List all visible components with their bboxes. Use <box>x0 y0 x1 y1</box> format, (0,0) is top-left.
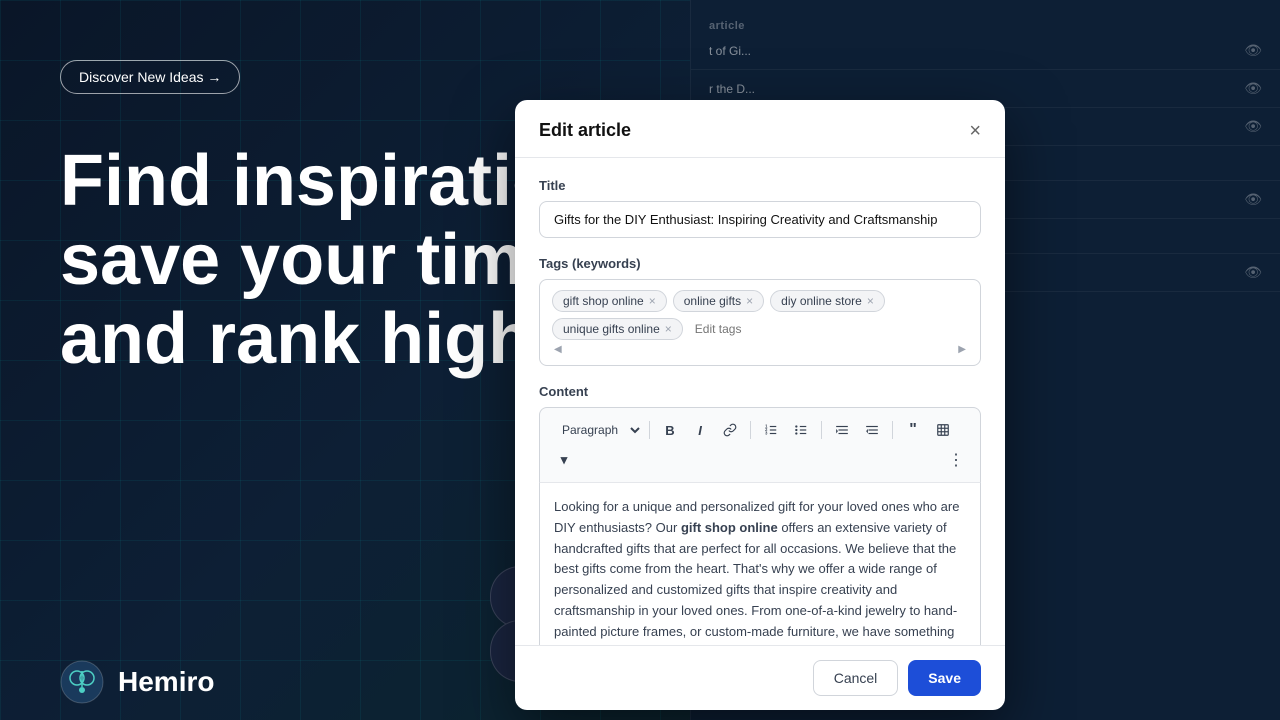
tags-container: gift shop online × online gifts × diy on… <box>539 279 981 366</box>
save-button[interactable]: Save <box>908 660 981 696</box>
modal-header: Edit article × <box>515 100 1005 158</box>
table-dropdown-button[interactable]: ▾ <box>550 446 578 474</box>
tags-right-arrow[interactable]: ▶ <box>958 344 966 355</box>
modal-footer: Cancel Save <box>515 645 1005 710</box>
edit-article-modal: Edit article × Title Tags (keywords) gif… <box>515 100 1005 710</box>
table-button[interactable] <box>929 416 957 444</box>
italic-button[interactable]: I <box>686 416 714 444</box>
tag-edit-input[interactable] <box>689 319 856 339</box>
title-label: Title <box>539 178 981 193</box>
tag-remove-online-gifts[interactable]: × <box>746 295 753 307</box>
tag-chip-online-gifts: online gifts × <box>673 290 764 312</box>
toolbar-divider-1 <box>649 421 650 439</box>
tag-chip-unique-gifts-online: unique gifts online × <box>552 318 683 340</box>
svg-text:3: 3 <box>765 431 768 436</box>
tag-remove-gift-shop-online[interactable]: × <box>649 295 656 307</box>
toolbar-divider-4 <box>892 421 893 439</box>
tags-arrows: ◀ ▶ <box>552 344 968 355</box>
content-label: Content <box>539 384 981 399</box>
tag-remove-unique-gifts-online[interactable]: × <box>665 323 672 335</box>
more-options-button[interactable]: ⋮ <box>942 446 970 474</box>
blockquote-button[interactable]: " <box>899 416 927 444</box>
modal-body: Title Tags (keywords) gift shop online ×… <box>515 158 1005 645</box>
ordered-list-button[interactable]: 123 <box>757 416 785 444</box>
modal-overlay: Edit article × Title Tags (keywords) gif… <box>0 0 1280 720</box>
tag-chip-gift-shop-online: gift shop online × <box>552 290 667 312</box>
bold-button[interactable]: B <box>656 416 684 444</box>
tags-left-arrow[interactable]: ◀ <box>554 344 562 355</box>
tag-remove-diy-online-store[interactable]: × <box>867 295 874 307</box>
editor-toolbar: Paragraph B I 123 <box>539 407 981 483</box>
unordered-list-button[interactable] <box>787 416 815 444</box>
outdent-button[interactable] <box>858 416 886 444</box>
indent-button[interactable] <box>828 416 856 444</box>
tags-wrapper: gift shop online × online gifts × diy on… <box>552 290 968 340</box>
link-button[interactable] <box>716 416 744 444</box>
cancel-button[interactable]: Cancel <box>813 660 899 696</box>
modal-close-button[interactable]: × <box>969 121 981 141</box>
tags-label: Tags (keywords) <box>539 256 981 271</box>
toolbar-divider-3 <box>821 421 822 439</box>
editor-content[interactable]: Looking for a unique and personalized gi… <box>539 483 981 645</box>
modal-title: Edit article <box>539 120 631 141</box>
paragraph-select[interactable]: Paragraph <box>550 418 643 442</box>
title-input[interactable] <box>539 201 981 238</box>
tag-chip-diy-online-store: diy online store × <box>770 290 885 312</box>
toolbar-divider-2 <box>750 421 751 439</box>
